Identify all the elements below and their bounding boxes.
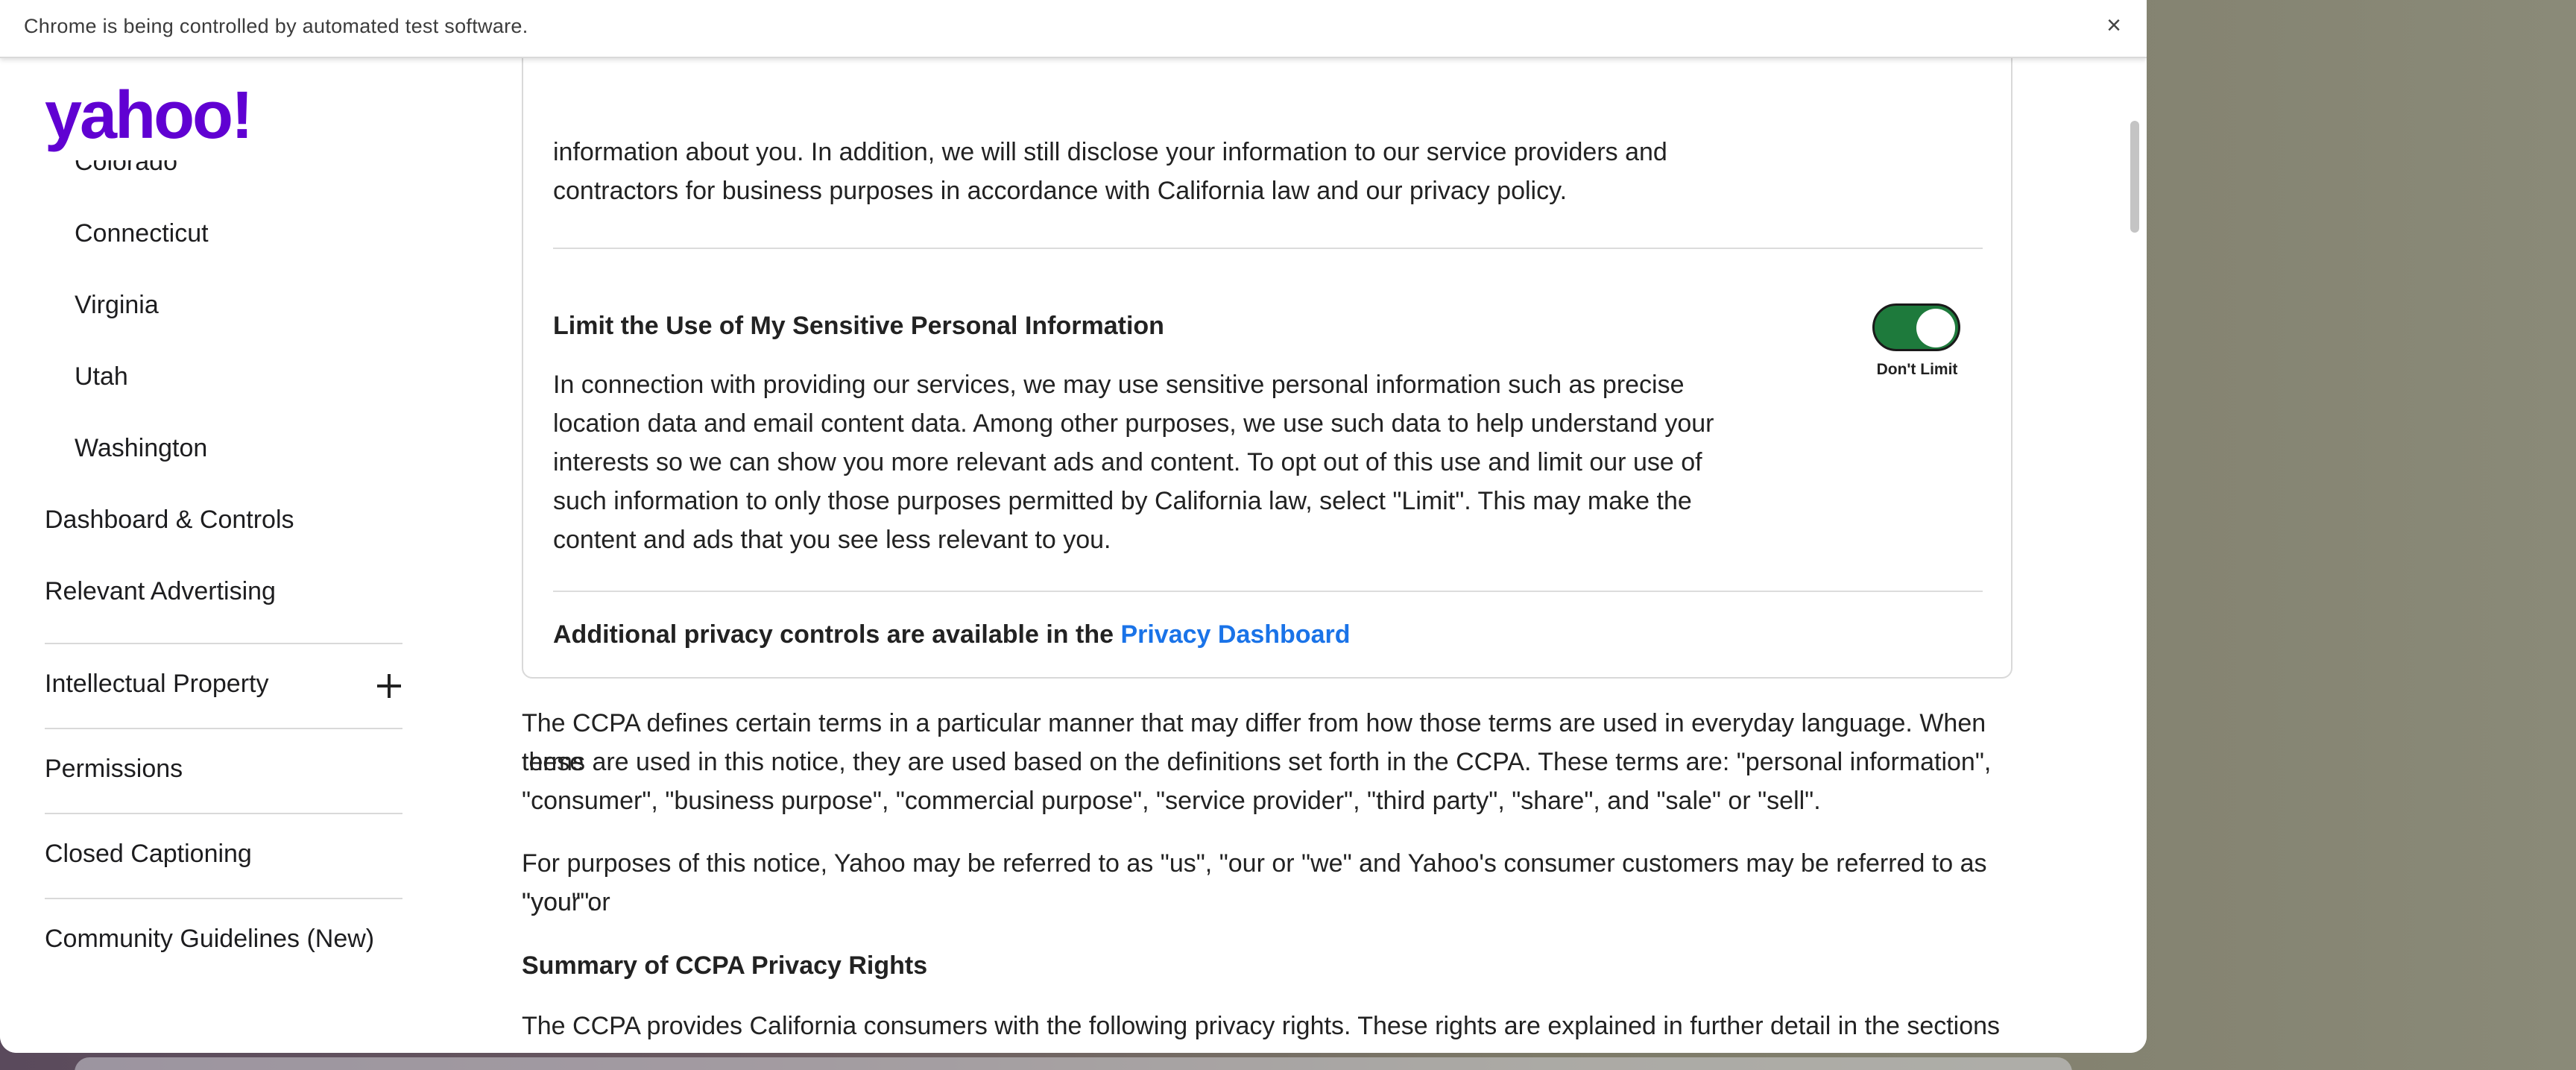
summary-heading: Summary of CCPA Privacy Rights [522, 951, 928, 980]
purposes-line: "your". [522, 888, 596, 916]
sidebar-item-permissions[interactable]: Permissions [45, 755, 183, 784]
header-logo-band: yahoo! [0, 60, 522, 160]
sensitive-body-line: interests so we can show you more releva… [553, 448, 1702, 476]
sidebar-item-closed-captioning[interactable]: Closed Captioning [45, 840, 252, 869]
toggle-label: Don't Limit [1876, 361, 1958, 378]
sensitive-body-line: such information to only those purposes … [553, 487, 1692, 515]
sensitive-body-line: location data and email content data. Am… [553, 409, 1714, 438]
top-para-line: information about you. In addition, we w… [553, 138, 1667, 166]
sidebar-item-relevant-advertising[interactable]: Relevant Advertising [45, 577, 276, 606]
sidebar-item-utah[interactable]: Utah [75, 362, 128, 391]
sidebar-divider [45, 728, 402, 729]
sidebar-nav: Colorado Connecticut Virginia Utah Washi… [0, 60, 462, 1053]
definitions-line: "consumer", "business purpose", "commerc… [522, 787, 1821, 815]
card-divider [553, 591, 1983, 592]
privacy-dashboard-link[interactable]: Privacy Dashboard [1120, 620, 1350, 649]
sidebar-item-washington[interactable]: Washington [75, 434, 207, 463]
scrollbar-thumb[interactable] [2130, 121, 2139, 233]
plus-icon[interactable] [374, 671, 404, 701]
close-icon[interactable]: × [2100, 12, 2127, 39]
sidebar-item-virginia[interactable]: Virginia [75, 291, 159, 320]
card-divider [553, 248, 1983, 249]
sensitive-info-heading: Limit the Use of My Sensitive Personal I… [553, 312, 1164, 340]
limit-toggle[interactable] [1872, 303, 1960, 351]
card-footer: Additional privacy controls are availabl… [553, 620, 1350, 649]
sidebar-item-intellectual-property[interactable]: Intellectual Property [45, 670, 269, 699]
footer-text: Additional privacy controls are availabl… [553, 620, 1121, 649]
sidebar-item-dashboard-controls[interactable]: Dashboard & Controls [45, 506, 294, 535]
top-para-line: contractors for business purposes in acc… [553, 177, 1568, 205]
summary-intro: The CCPA provides California consumers w… [522, 1012, 2001, 1053]
toggle-knob [1916, 309, 1955, 347]
ccpa-controls-card: information about you. In addition, we w… [522, 30, 2012, 679]
sidebar-item-connecticut[interactable]: Connecticut [75, 219, 209, 248]
sidebar-item-community-guidelines[interactable]: Community Guidelines (New) [45, 925, 374, 954]
definitions-line: terms are used in this notice, they are … [522, 748, 1992, 776]
sidebar-divider [45, 813, 402, 814]
sensitive-body-line: content and ads that you see less releva… [553, 526, 1111, 554]
infobar-message: Chrome is being controlled by automated … [24, 15, 528, 37]
sidebar-divider [45, 898, 402, 899]
sidebar-divider [45, 643, 402, 644]
automation-infobar: Chrome is being controlled by automated … [0, 0, 2147, 58]
dock [75, 1057, 2072, 1070]
page-viewport: Colorado Connecticut Virginia Utah Washi… [0, 30, 2147, 1053]
browser-window: Chrome is being controlled by automated … [0, 0, 2147, 1053]
yahoo-logo[interactable]: yahoo! [45, 82, 253, 149]
sensitive-body-line: In connection with providing our service… [553, 371, 1685, 399]
